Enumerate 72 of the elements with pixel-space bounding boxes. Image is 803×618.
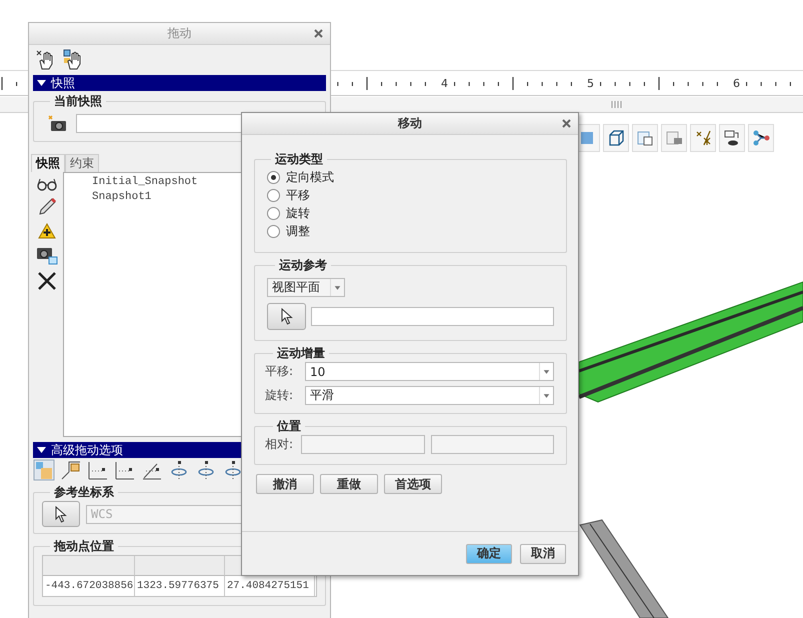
close-icon[interactable] <box>314 29 323 38</box>
select-button[interactable] <box>267 303 306 330</box>
radio-label: 旋转 <box>286 204 310 222</box>
camera-icon <box>48 114 68 132</box>
action-button[interactable]: 首选项 <box>384 474 442 494</box>
radio-button[interactable] <box>267 206 280 220</box>
radio-option[interactable]: 调整 <box>263 222 558 240</box>
tab[interactable]: 快照 <box>31 154 65 172</box>
axis-icon <box>33 459 55 481</box>
pointer-icon <box>55 506 67 522</box>
increment-combo[interactable]: 10 <box>305 362 554 381</box>
ruler-label: 6 <box>733 77 740 90</box>
triangle-icon[interactable] <box>37 446 46 454</box>
tab[interactable]: 约束 <box>65 154 99 172</box>
grip-icon[interactable] <box>610 101 622 108</box>
toolbar-button[interactable] <box>690 124 716 152</box>
increment-combo[interactable]: 平滑 <box>305 386 554 405</box>
window-title: 拖动 <box>168 25 192 42</box>
table-cell: 1323.59776375 <box>135 576 225 596</box>
x-mark-icon <box>37 271 57 291</box>
group-label: 当前快照 <box>53 93 103 110</box>
radio-label: 调整 <box>286 222 310 240</box>
group-label: 位置 <box>276 418 302 435</box>
camera-icon <box>36 245 58 265</box>
group-label: 运动类型 <box>274 151 324 168</box>
table-icon <box>665 129 683 147</box>
action-button[interactable]: 撤消 <box>256 474 314 494</box>
radio-option[interactable]: 旋转 <box>263 204 558 222</box>
group-label: 运动参考 <box>278 257 328 274</box>
glasses-icon <box>36 177 58 191</box>
group-label: 拖动点位置 <box>52 538 115 555</box>
section-header[interactable]: 快照 <box>33 75 326 91</box>
action-button[interactable]: 重做 <box>320 474 378 494</box>
document-icon <box>636 129 654 147</box>
warning-icon <box>38 223 56 239</box>
section-title: 快照 <box>51 74 75 92</box>
dialog-button[interactable]: 确定 <box>466 544 512 564</box>
dialog-button[interactable]: 取消 <box>520 544 566 564</box>
select-button[interactable] <box>42 501 80 527</box>
ruler-label: 5 <box>587 77 594 90</box>
ruler-label: 4 <box>441 77 448 90</box>
cube-icon <box>607 129 625 147</box>
axis-icon <box>60 459 82 481</box>
radio-option[interactable]: 平移 <box>263 186 558 204</box>
toolbar-button[interactable] <box>719 124 745 152</box>
pointer-icon <box>280 308 292 325</box>
reference-field[interactable] <box>311 307 554 326</box>
axis-icon <box>87 459 109 481</box>
radio-button[interactable] <box>267 224 280 238</box>
triangle-icon[interactable] <box>37 79 46 87</box>
radio-button[interactable] <box>267 188 280 202</box>
view-icon <box>723 129 741 147</box>
radio-button[interactable] <box>267 170 280 184</box>
table-cell: -443.672038856 <box>43 576 135 596</box>
close-icon[interactable] <box>562 119 571 128</box>
radio-option[interactable]: 定向模式 <box>263 168 558 186</box>
section-title: 高级拖动选项 <box>51 442 123 458</box>
square-icon <box>578 129 596 147</box>
toolbar-button[interactable] <box>603 124 629 152</box>
group-label: 运动增量 <box>276 345 326 362</box>
axis-icon <box>114 459 136 481</box>
pencil-icon <box>37 197 57 217</box>
reference-dropdown[interactable]: 视图平面 <box>267 278 345 297</box>
toolbar-button[interactable] <box>632 124 658 152</box>
window-title: 移动 <box>398 115 422 132</box>
field-label: 旋转: <box>265 387 294 404</box>
radio-label: 定向模式 <box>286 168 334 186</box>
axes-icon <box>694 129 712 147</box>
radio-label: 平移 <box>286 186 310 204</box>
connector-icon <box>752 129 770 147</box>
group-label: 参考坐标系 <box>53 484 115 501</box>
field-label: 平移: <box>265 363 294 380</box>
